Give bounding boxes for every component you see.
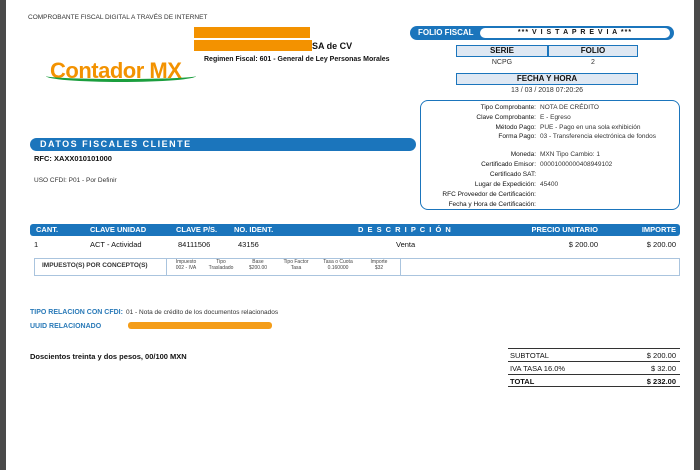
imp-col-importe: Importe $32 bbox=[370, 259, 388, 271]
row-unidad: ACT - Actividad bbox=[90, 240, 142, 249]
logo-swoosh bbox=[46, 70, 196, 82]
company-logo: Contador MX bbox=[46, 58, 196, 84]
tipo-relacion-value: 01 - Nota de crédito de los documentos r… bbox=[126, 309, 279, 316]
folio-fiscal-bar: FOLIO FISCAL *** V I S T A P R E V I A *… bbox=[410, 26, 674, 40]
moneda-value: MXN Tipo Cambio: 1 bbox=[540, 151, 600, 158]
col-clave-ps: CLAVE P/S. bbox=[176, 225, 218, 234]
col-descripcion: D E S C R I P C I Ó N bbox=[358, 225, 452, 234]
col-precio: PRECIO UNITARIO bbox=[531, 225, 598, 234]
totals-divider bbox=[508, 386, 680, 387]
datos-cliente-bar: DATOS FISCALES CLIENTE bbox=[30, 138, 416, 151]
comprobante-label: COMPROBANTE FISCAL DIGITAL A TRAVÉS DE I… bbox=[28, 14, 208, 21]
impuestos-label: IMPUESTO(S) POR CONCEPTO(S) bbox=[42, 262, 148, 269]
total-value: $ 232.00 bbox=[646, 377, 676, 386]
folio-header: FOLIO bbox=[548, 45, 638, 57]
total-label: TOTAL bbox=[510, 377, 535, 386]
iva-label: IVA TASA 16.0% bbox=[510, 364, 566, 373]
metodo-pago-value: PUE - Pago en una sola exhibición bbox=[540, 124, 641, 131]
folio-value: 2 bbox=[591, 59, 595, 66]
totals-divider bbox=[508, 348, 680, 349]
row-precio: $ 200.00 bbox=[568, 240, 598, 249]
lugar-label: Lugar de Expedición: bbox=[474, 181, 536, 188]
subtotal-value: $ 200.00 bbox=[646, 351, 676, 360]
subtotal-label: SUBTOTAL bbox=[510, 351, 549, 360]
totals-divider bbox=[508, 374, 680, 375]
uuid-redaction bbox=[128, 322, 272, 329]
tipo-relacion-label: TIPO RELACION CON CFDI: bbox=[30, 309, 123, 316]
redaction-bar bbox=[194, 27, 310, 38]
imp-col-base: Base $200.00 bbox=[248, 259, 268, 271]
forma-pago-label: Forma Pago: bbox=[498, 133, 536, 140]
clave-comprobante-label: Clave Comprobante: bbox=[476, 114, 536, 121]
regimen-fiscal: Regimen Fiscal: 601 - General de Ley Per… bbox=[204, 56, 390, 63]
imp-col-impuesto: Impuesto 002 - IVA bbox=[175, 259, 197, 271]
folio-fiscal-label: FOLIO FISCAL bbox=[418, 28, 474, 37]
metodo-pago-label: Método Pago: bbox=[495, 124, 536, 131]
col-cant: CANT. bbox=[36, 225, 59, 234]
uso-cfdi: USO CFDI: P01 - Por Definir bbox=[34, 177, 117, 184]
emisor-name: SA de CV bbox=[312, 41, 353, 51]
imp-col-tipo: Tipo Trasladado bbox=[208, 259, 234, 271]
col-importe: IMPORTE bbox=[641, 225, 676, 234]
total-en-letra: Doscientos treinta y dos pesos, 00/100 M… bbox=[30, 352, 187, 361]
tipo-comprobante-label: Tipo Comprobante: bbox=[480, 104, 536, 111]
uuid-label: UUID RELACIONADO bbox=[30, 323, 102, 330]
rfc-proveedor-label: RFC Proveedor de Certificación: bbox=[442, 191, 536, 198]
row-descripcion: Venta bbox=[396, 240, 416, 249]
col-no-ident: NO. IDENT. bbox=[234, 225, 274, 234]
totals-divider bbox=[508, 361, 680, 362]
imp-col-tipo-factor: Tipo Factor Tasa bbox=[283, 259, 309, 271]
serie-value: NCPG bbox=[491, 59, 513, 66]
cert-sat-label: Certificado SAT: bbox=[489, 171, 536, 178]
cert-emisor-label: Certificado Emisor: bbox=[481, 161, 536, 168]
tipo-comprobante-value: NOTA DE CRÉDITO bbox=[540, 104, 599, 111]
row-cant: 1 bbox=[34, 240, 39, 249]
fecha-value: 13 / 03 / 2018 07:20:26 bbox=[510, 87, 583, 94]
invoice-page: COMPROBANTE FISCAL DIGITAL A TRAVÉS DE I… bbox=[6, 0, 694, 470]
cliente-rfc: RFC: XAXX010101000 bbox=[34, 154, 112, 163]
row-clave: 84111506 bbox=[178, 240, 211, 249]
clave-comprobante-value: E - Egreso bbox=[540, 114, 571, 121]
row-ident: 43156 bbox=[238, 240, 259, 249]
col-clave-unidad: CLAVE UNIDAD bbox=[90, 225, 147, 234]
impuesto-divider bbox=[166, 258, 167, 276]
fecha-header: FECHA Y HORA bbox=[456, 73, 638, 85]
moneda-label: Moneda: bbox=[510, 151, 536, 158]
imp-col-tasa: Tasa o Cuota 0.160000 bbox=[323, 259, 353, 271]
serie-header: SERIE bbox=[456, 45, 548, 57]
lugar-value: 45400 bbox=[540, 181, 559, 188]
folio-fiscal-value: *** V I S T A P R E V I A *** bbox=[480, 28, 670, 38]
concept-header-bar: CANT. CLAVE UNIDAD CLAVE P/S. NO. IDENT.… bbox=[30, 224, 680, 236]
row-importe: $ 200.00 bbox=[646, 240, 676, 249]
cert-emisor-value: 00001000000408949102 bbox=[540, 161, 613, 168]
iva-value: $ 32.00 bbox=[650, 364, 676, 373]
forma-pago-value: 03 - Transferencia electrónica de fondos bbox=[540, 133, 656, 140]
impuesto-divider bbox=[400, 258, 401, 276]
redaction-bar bbox=[194, 40, 312, 51]
fecha-certificacion-label: Fecha y Hora de Certificación: bbox=[448, 201, 536, 208]
